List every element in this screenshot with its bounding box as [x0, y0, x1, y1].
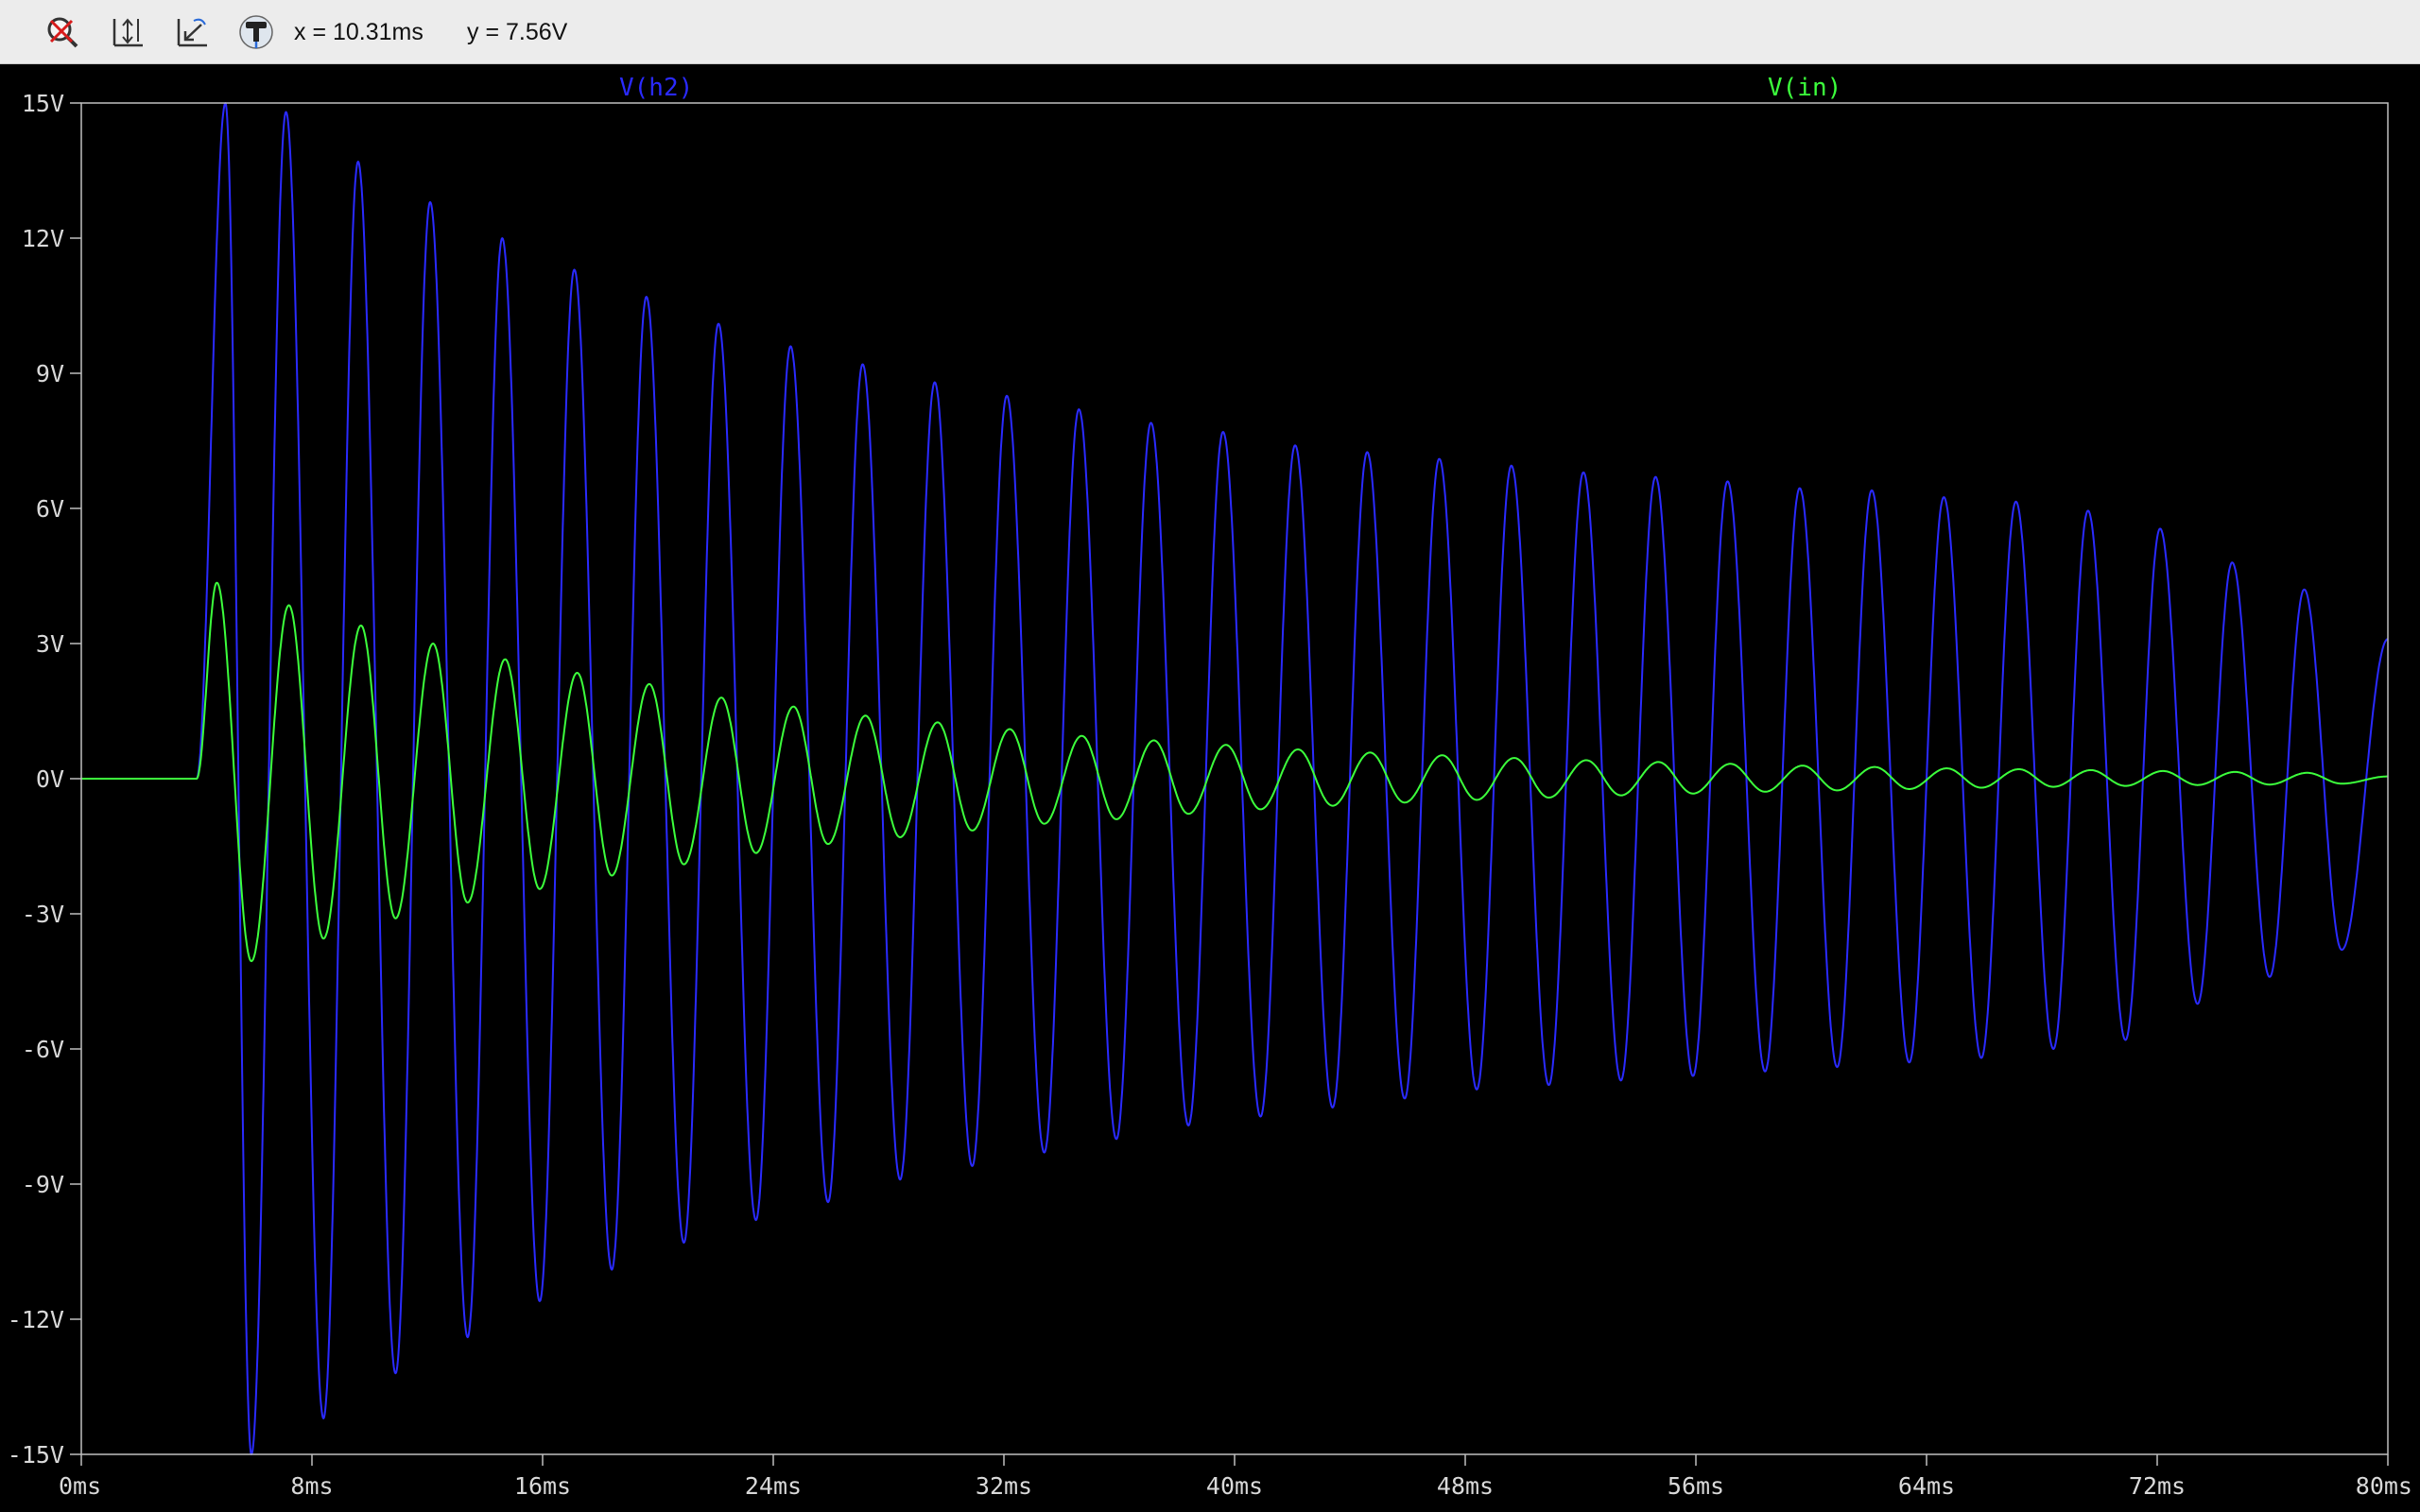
- x-tick-label: 24ms: [745, 1472, 802, 1500]
- toolbar: x = 10.31ms y = 7.56V: [0, 0, 2420, 64]
- trace-label-v-h2[interactable]: V(h2): [619, 74, 693, 102]
- y-tick-label: -9V: [22, 1171, 64, 1198]
- probe-button[interactable]: [237, 13, 275, 51]
- y-tick-label: 12V: [22, 225, 64, 252]
- x-tick-label: 72ms: [2129, 1472, 2186, 1500]
- probe-icon: [239, 15, 273, 49]
- trace-v-in[interactable]: [81, 581, 2389, 963]
- y-tick-label: -15V: [8, 1441, 64, 1469]
- zoom-cancel-icon: [47, 17, 78, 48]
- y-tick-label: 15V: [22, 90, 64, 117]
- x-tick-label: 48ms: [1437, 1472, 1494, 1500]
- x-tick-label: 80ms: [2356, 1472, 2412, 1500]
- y-tick-label: 0V: [36, 765, 64, 793]
- y-tick-label: -3V: [22, 901, 64, 928]
- zoom-cancel-button[interactable]: [43, 13, 81, 51]
- y-tick-label: -6V: [22, 1036, 64, 1063]
- x-tick-label: 8ms: [290, 1472, 333, 1500]
- autorange-button[interactable]: [109, 13, 147, 51]
- y-tick-label: 9V: [36, 360, 64, 387]
- x-tick-label: 32ms: [976, 1472, 1032, 1500]
- zoom-back-icon: [177, 18, 207, 47]
- y-tick-label: -12V: [8, 1306, 64, 1333]
- zoom-back-button[interactable]: [173, 13, 211, 51]
- autorange-icon: [112, 18, 143, 47]
- trace-v-h2[interactable]: [81, 102, 2389, 1455]
- x-tick-label: 0ms: [59, 1472, 101, 1500]
- trace-label-v-in[interactable]: V(in): [1768, 74, 1841, 102]
- waveform-plot[interactable]: 0ms 8ms 16ms 24ms 32ms 40ms 48ms 56ms 64ms 72ms 80…: [0, 64, 2420, 1512]
- cursor-x-readout: x = 10.31ms: [294, 19, 424, 45]
- x-tick-label: 40ms: [1206, 1472, 1263, 1500]
- y-tick-label: 6V: [36, 495, 64, 523]
- y-tick-label: 3V: [36, 630, 64, 658]
- x-tick-label: 16ms: [514, 1472, 571, 1500]
- x-tick-label: 64ms: [1898, 1472, 1955, 1500]
- plot-frame: [80, 102, 2389, 1455]
- x-tick-label: 56ms: [1668, 1472, 1724, 1500]
- cursor-y-readout: y = 7.56V: [467, 19, 568, 45]
